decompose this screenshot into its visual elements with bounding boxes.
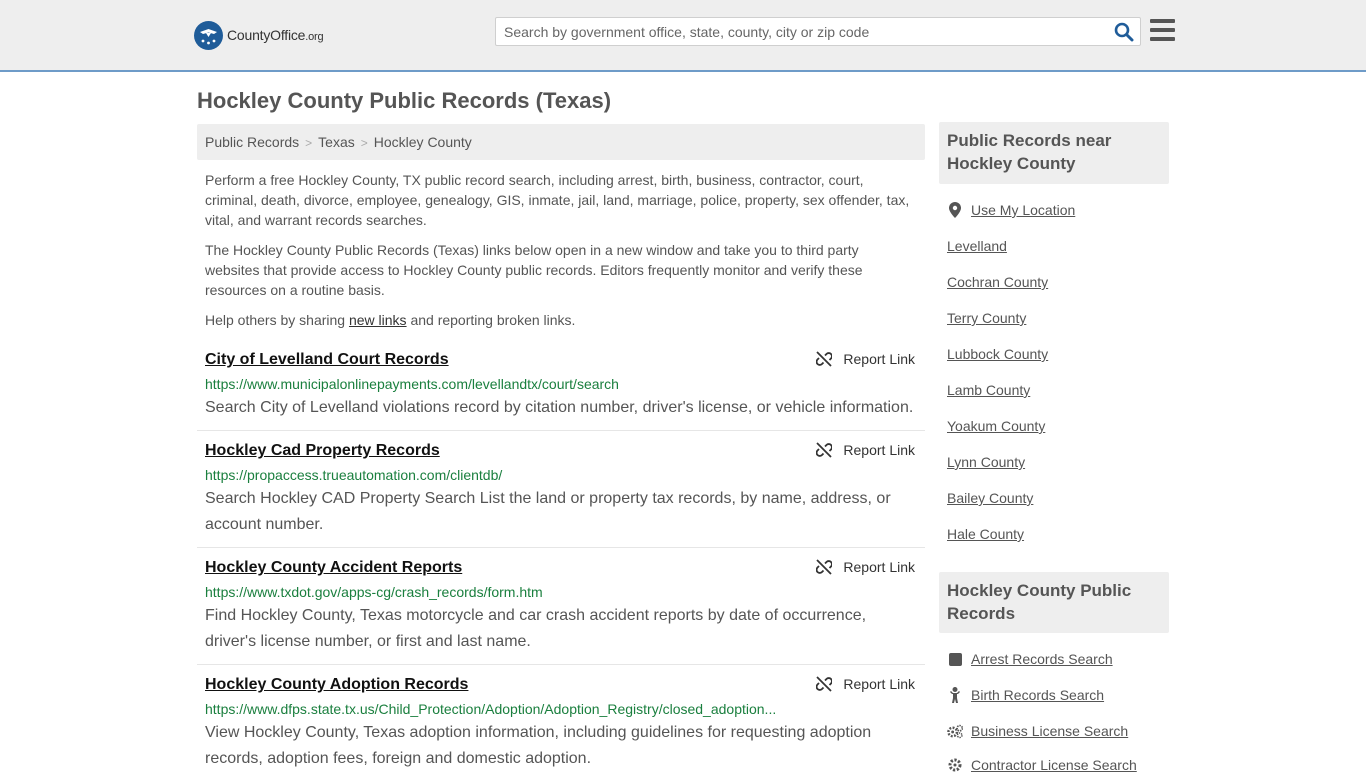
business-license-search-link[interactable]: Business License Search <box>947 723 1128 739</box>
record-title-link[interactable]: Hockley Cad Property Records <box>205 441 917 461</box>
nearby-link-cochran-county[interactable]: Cochran County <box>947 274 1048 290</box>
breadcrumb-public-records[interactable]: Public Records <box>205 134 299 150</box>
nearby-link-lubbock-county[interactable]: Lubbock County <box>947 346 1048 362</box>
broken-link-icon <box>816 351 833 367</box>
record-item: Hockley County Adoption Records https://… <box>197 675 925 772</box>
record-description: Search City of Levelland violations reco… <box>205 399 914 416</box>
breadcrumb: Public Records > Texas > Hockley County <box>197 124 925 160</box>
breadcrumb-texas[interactable]: Texas <box>318 134 355 150</box>
nearby-link-levelland[interactable]: Levelland <box>947 238 1007 254</box>
square-icon <box>947 651 963 667</box>
nearby-link-lynn-county[interactable]: Lynn County <box>947 454 1025 470</box>
top-header: CountyOffice.org <box>0 0 1366 72</box>
record-url-link[interactable]: https://www.dfps.state.tx.us/Child_Prote… <box>205 699 780 719</box>
record-url-link[interactable]: https://propaccess.trueautomation.com/cl… <box>205 465 780 485</box>
search-icon[interactable] <box>1114 22 1134 42</box>
gears-icon <box>947 723 963 739</box>
gear-icon <box>947 757 963 773</box>
record-item: Hockley County Accident Reports https://… <box>197 558 925 655</box>
record-item: City of Levelland Court Records https://… <box>197 350 925 421</box>
nearby-link-yoakum-county[interactable]: Yoakum County <box>947 418 1045 434</box>
broken-link-icon <box>816 676 833 692</box>
record-item: Hockley Cad Property Records https://pro… <box>197 441 925 538</box>
intro-paragraph-3: Help others by sharing new links and rep… <box>205 312 576 328</box>
record-description: Find Hockley County, Texas motorcycle an… <box>205 607 867 650</box>
breadcrumb-separator: > <box>305 136 313 150</box>
record-description: View Hockley County, Texas adoption info… <box>205 724 872 767</box>
report-link-label: Report Link <box>843 676 915 692</box>
sidebar-nearby-heading: Public Records near Hockley County <box>939 122 1169 184</box>
record-title-link[interactable]: City of Levelland Court Records <box>205 350 917 370</box>
breadcrumb-separator: > <box>360 136 368 150</box>
map-marker-icon <box>947 202 963 218</box>
divider <box>197 664 925 665</box>
broken-link-icon <box>816 559 833 575</box>
nearby-link-terry-county[interactable]: Terry County <box>947 310 1026 326</box>
report-link-button[interactable]: Report Link <box>816 559 915 575</box>
intro-paragraph-2: The Hockley County Public Records (Texas… <box>205 242 863 298</box>
record-url-link[interactable]: https://www.txdot.gov/apps-cg/crash_reco… <box>205 582 780 602</box>
contractor-license-search-link[interactable]: Contractor License Search <box>947 757 1137 773</box>
divider <box>197 430 925 431</box>
report-link-label: Report Link <box>843 442 915 458</box>
logo-text: CountyOffice.org <box>227 27 324 43</box>
record-url-link[interactable]: https://www.municipalonlinepayments.com/… <box>205 374 780 394</box>
report-link-label: Report Link <box>843 559 915 575</box>
new-links-link[interactable]: new links <box>349 312 407 328</box>
divider <box>197 547 925 548</box>
record-title-link[interactable]: Hockley County Adoption Records <box>205 675 917 695</box>
intro-paragraph-1: Perform a free Hockley County, TX public… <box>205 172 910 228</box>
site-logo[interactable]: CountyOffice.org <box>194 20 324 50</box>
nearby-link-bailey-county[interactable]: Bailey County <box>947 490 1033 506</box>
birth-records-search-link[interactable]: Birth Records Search <box>947 687 1104 703</box>
page-title: Hockley County Public Records (Texas) <box>197 88 612 113</box>
logo-seal-icon <box>194 20 223 50</box>
report-link-button[interactable]: Report Link <box>816 351 915 367</box>
report-link-button[interactable]: Report Link <box>816 676 915 692</box>
sidebar-records-heading: Hockley County Public Records <box>939 572 1169 633</box>
breadcrumb-current: Hockley County <box>373 134 472 150</box>
nearby-link-hale-county[interactable]: Hale County <box>947 526 1024 542</box>
use-my-location-link[interactable]: Use My Location <box>947 202 1075 218</box>
search-input[interactable] <box>496 18 1106 45</box>
report-link-button[interactable]: Report Link <box>816 442 915 458</box>
arrest-records-search-link[interactable]: Arrest Records Search <box>947 651 1113 667</box>
hamburger-menu-icon[interactable] <box>1150 19 1175 41</box>
record-title-link[interactable]: Hockley County Accident Reports <box>205 558 917 578</box>
nearby-link-lamb-county[interactable]: Lamb County <box>947 382 1030 398</box>
baby-icon <box>947 687 963 703</box>
search-box <box>495 17 1141 46</box>
report-link-label: Report Link <box>843 351 915 367</box>
broken-link-icon <box>816 442 833 458</box>
record-description: Search Hockley CAD Property Search List … <box>205 490 891 533</box>
